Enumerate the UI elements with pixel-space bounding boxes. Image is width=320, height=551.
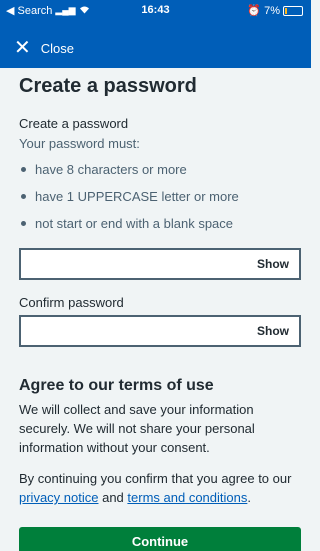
status-bar: ◀ Search ▂▄▆ 16:43 ⏰ 7%	[0, 0, 311, 22]
battery-icon	[283, 5, 303, 16]
page-title: Create a password	[19, 75, 197, 97]
battery-percent: 7%	[264, 4, 280, 17]
consent-and: and	[98, 490, 128, 505]
bullet-icon	[21, 194, 26, 199]
close-label: Close	[40, 40, 75, 56]
bullet-icon	[21, 221, 26, 226]
terms-paragraph: We will collect and save your informatio…	[19, 402, 255, 455]
terms-and-conditions-link[interactable]: terms and conditions	[127, 490, 247, 505]
main-content: Create a password Create a password Your…	[19, 68, 301, 507]
app-header: ◀ Search ▂▄▆ 16:43 ⏰ 7% ✕ Close	[0, 0, 311, 68]
confirm-password-field: Show	[19, 315, 301, 347]
list-item: have 8 characters or more	[19, 162, 301, 189]
password-input[interactable]	[21, 250, 241, 278]
alarm-icon: ⏰	[247, 5, 262, 17]
rule-text: have 1 UPPERCASE letter or more	[35, 189, 239, 204]
show-password-button[interactable]: Show	[257, 257, 289, 271]
password-hint: Your password must:	[19, 136, 140, 151]
close-button[interactable]: ✕ Close	[14, 38, 74, 58]
rule-text: not start or end with a blank space	[35, 216, 234, 231]
password-rules: have 8 characters or more have 1 UPPERCA…	[19, 162, 301, 243]
confirm-password-input[interactable]	[21, 317, 241, 345]
list-item: not start or end with a blank space	[19, 216, 301, 243]
terms-heading: Agree to our terms of use	[19, 377, 214, 394]
show-confirm-password-button[interactable]: Show	[257, 324, 289, 338]
status-right: ⏰ 7%	[247, 4, 303, 17]
password-label: Create a password	[19, 116, 129, 131]
consent-prefix: By continuing you confirm that you agree…	[19, 471, 292, 486]
consent-paragraph: By continuing you confirm that you agree…	[19, 469, 301, 507]
rule-text: have 8 characters or more	[35, 162, 187, 177]
continue-button[interactable]: Continue	[19, 527, 301, 551]
password-field: Show	[19, 248, 301, 280]
confirm-password-label: Confirm password	[19, 295, 124, 310]
privacy-notice-link[interactable]: privacy notice	[19, 490, 98, 505]
bullet-icon	[21, 167, 26, 172]
consent-suffix: .	[247, 490, 251, 505]
close-icon: ✕	[14, 37, 31, 59]
list-item: have 1 UPPERCASE letter or more	[19, 189, 301, 216]
